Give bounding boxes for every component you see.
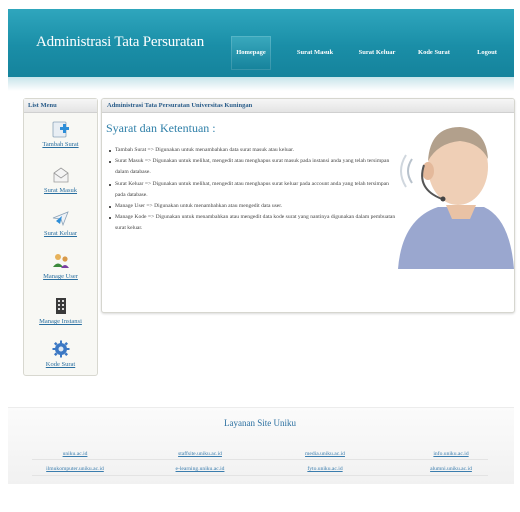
header-bar: Administrasi Tata Persuratan Homepage Su… xyxy=(8,9,514,77)
send-mail-icon xyxy=(52,211,69,227)
main-nav: Homepage Surat Masuk Surat Keluar Kode S… xyxy=(8,36,514,70)
list-item: Tambah Surat => Digunakan untuk menambah… xyxy=(108,145,398,156)
footer-link[interactable]: media.uniku.ac.id xyxy=(305,451,345,457)
footer-title: Layanan Site Uniku xyxy=(224,418,296,428)
footer-link[interactable]: alumni.uniku.ac.id xyxy=(430,466,472,472)
gear-icon xyxy=(52,340,69,358)
sidebar-item-manage-instansi[interactable]: Manage Instansi xyxy=(24,296,97,325)
divider xyxy=(32,475,488,476)
footer-link[interactable]: info.uniku.ac.id xyxy=(433,451,468,457)
list-item: Manage Kode => Digunakan untuk menambahk… xyxy=(108,212,398,234)
footer-link[interactable]: fyto.uniku.ac.id xyxy=(307,466,342,472)
footer-link[interactable]: e-learning.uniku.ac.id xyxy=(176,466,225,472)
header-shadow xyxy=(8,77,514,91)
support-agent-illustration xyxy=(398,127,514,269)
nav-surat-keluar[interactable]: Surat Keluar xyxy=(353,36,401,70)
main-panel: Administrasi Tata Persuratan Universitas… xyxy=(101,98,515,313)
sidebar-item-tambah-surat[interactable]: Tambah Surat xyxy=(24,119,97,148)
sidebar-heading: List Menu xyxy=(24,99,97,113)
footer-link[interactable]: uniku.ac.id xyxy=(63,451,88,457)
sidebar-item-label: Manage User xyxy=(43,273,78,280)
building-icon xyxy=(55,298,66,314)
sidebar-item-label: Tambah Surat xyxy=(42,141,79,148)
sidebar: List Menu Tambah Surat Surat Masuk Surat… xyxy=(23,98,98,376)
sidebar-item-surat-masuk[interactable]: Surat Masuk xyxy=(24,165,97,194)
nav-surat-masuk[interactable]: Surat Masuk xyxy=(291,36,339,70)
list-item: Manage User => Digunakan untuk menambahk… xyxy=(108,201,398,212)
envelope-icon xyxy=(53,167,68,183)
list-item: Surat Masuk => Digunakan untuk melihat, … xyxy=(108,156,398,178)
nav-kode-surat[interactable]: Kode Surat xyxy=(412,36,456,70)
nav-logout[interactable]: Logout xyxy=(469,36,505,70)
sidebar-item-label: Surat Keluar xyxy=(43,230,78,237)
divider xyxy=(32,459,488,460)
footer-link[interactable]: ilmukomputer.uniku.ac.id xyxy=(46,466,104,472)
sidebar-item-surat-keluar[interactable]: Surat Keluar xyxy=(24,208,97,237)
sidebar-item-label: Manage Instansi xyxy=(39,318,82,325)
list-item: Surat Keluar => Digunakan untuk melihat,… xyxy=(108,179,398,201)
rule-list: Tambah Surat => Digunakan untuk menambah… xyxy=(108,145,398,235)
footer-link[interactable]: staffsite.uniku.ac.id xyxy=(178,451,222,457)
sidebar-item-label: Kode Surat xyxy=(45,361,76,368)
sidebar-item-manage-user[interactable]: Manage User xyxy=(24,251,97,280)
users-icon xyxy=(52,254,69,268)
sidebar-item-kode-surat[interactable]: Kode Surat xyxy=(24,339,97,368)
add-document-icon xyxy=(52,121,69,138)
page-title: Syarat dan Ketentuan : xyxy=(106,121,216,135)
nav-homepage[interactable]: Homepage xyxy=(231,36,271,70)
sidebar-item-label: Surat Masuk xyxy=(43,187,78,194)
